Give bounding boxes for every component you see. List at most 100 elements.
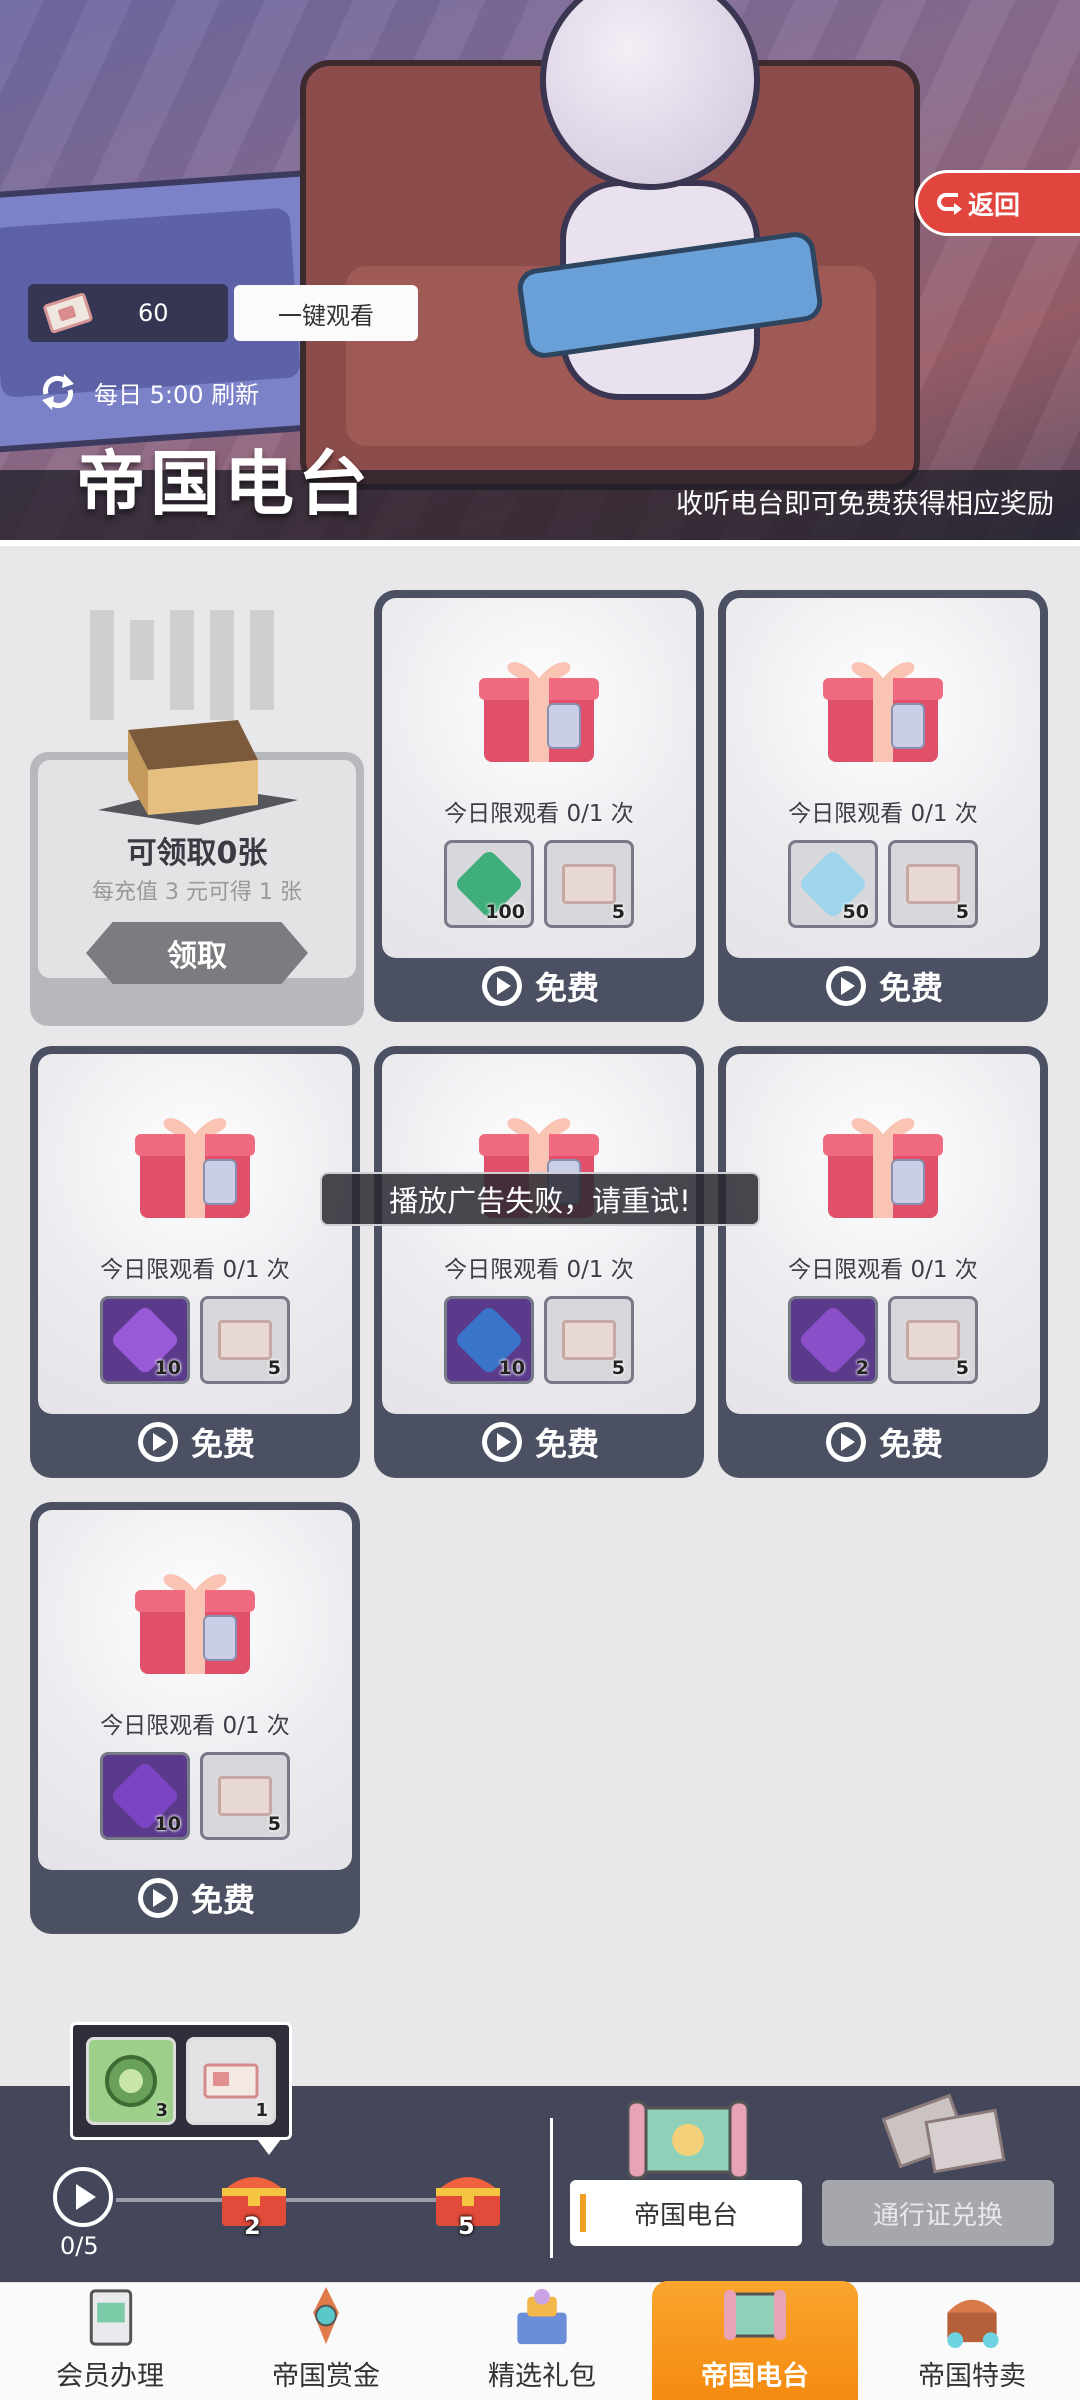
gift-card: 今日限观看 0/1 次 10 5 免费 <box>30 1046 360 1478</box>
nav-label: 帝国特卖 <box>918 2361 1026 2392</box>
reward-item[interactable]: 5 <box>200 1752 290 1840</box>
progress-label: 0/5 <box>60 2232 99 2260</box>
reward-list: 10 5 <box>38 1752 352 1840</box>
header-banner: 60 一键观看 每日 5:00 刷新 帝国电台 收听电台即可免费获得相应奖励 返… <box>0 0 1080 540</box>
gift-box-icon <box>135 1118 255 1218</box>
nav-membership[interactable]: 会员办理 <box>2 2283 218 2400</box>
watch-all-button[interactable]: 一键观看 <box>234 285 418 341</box>
reward-count: 100 <box>485 901 525 923</box>
refresh-text: 每日 5:00 刷新 <box>94 380 260 409</box>
free-label: 免费 <box>190 1881 255 1919</box>
nav-gift-packs[interactable]: 精选礼包 <box>434 2283 650 2400</box>
reward-item[interactable]: 5 <box>544 840 634 928</box>
reward-count: 5 <box>611 1357 625 1379</box>
bottom-navigation: 会员办理 帝国赏金 精选礼包 帝国电台 帝国特卖 <box>0 2281 1080 2400</box>
scroll-icon <box>724 2290 786 2340</box>
watch-limit-text: 今日限观看 0/1 次 <box>788 801 978 827</box>
reward-list: 100 5 <box>382 840 696 928</box>
ticket-icon <box>203 2063 259 2099</box>
reward-count: 5 <box>611 901 625 923</box>
toast-message: 播放广告失败，请重试! <box>320 1172 760 1226</box>
reward-item[interactable]: 10 <box>100 1752 190 1840</box>
chest-milestone-label: 5 <box>458 2212 475 2240</box>
reward-item[interactable]: 10 <box>444 1296 534 1384</box>
reward-item[interactable]: 5 <box>888 1296 978 1384</box>
ticket-count: 60 <box>138 299 169 327</box>
subtab-station[interactable]: 帝国电台 <box>570 2180 802 2246</box>
reward-count: 50 <box>842 901 869 923</box>
refresh-info: 每日 5:00 刷新 <box>38 372 259 412</box>
gift-box-icon <box>135 1574 255 1674</box>
gift-box-icon <box>479 662 599 762</box>
reward-item[interactable]: 2 <box>788 1296 878 1384</box>
back-button[interactable]: 返回 <box>915 170 1080 236</box>
reward-item[interactable]: 5 <box>200 1296 290 1384</box>
free-watch-button[interactable]: 免费 <box>718 1414 1048 1470</box>
clipboard-card-icon <box>89 2289 133 2346</box>
watch-limit-text: 今日限观看 0/1 次 <box>100 1257 290 1283</box>
green-medal-icon <box>105 2055 157 2107</box>
scroll-icon <box>628 2100 748 2180</box>
free-watch-button[interactable]: 免费 <box>374 958 704 1014</box>
reward-count: 10 <box>154 1357 181 1379</box>
panel-separator <box>550 2118 553 2258</box>
gift-card: 今日限观看 0/1 次 50 5 免费 <box>718 590 1048 1022</box>
reward-item[interactable]: 10 <box>100 1296 190 1384</box>
compass-badge-icon <box>313 2286 339 2345</box>
free-label: 免费 <box>190 1425 255 1463</box>
chest-milestone-label: 2 <box>244 2212 261 2240</box>
nav-radio-station[interactable]: 帝国电台 <box>652 2281 858 2400</box>
free-watch-button[interactable]: 免费 <box>718 958 1048 1014</box>
gift-box-icon <box>823 1118 943 1218</box>
ticket-icon <box>906 1320 960 1360</box>
gift-card: 今日限观看 0/1 次 100 5 免费 <box>374 590 704 1022</box>
gift-card: 今日限观看 0/1 次 10 5 免费 <box>30 1502 360 1934</box>
tooltip-count: 3 <box>155 2100 168 2121</box>
page-title: 帝国电台 <box>76 443 372 525</box>
reward-list: 10 5 <box>38 1296 352 1384</box>
free-watch-button[interactable]: 免费 <box>30 1870 360 1926</box>
reward-tooltip: 3 1 <box>70 2022 292 2155</box>
free-label: 免费 <box>878 1425 943 1463</box>
claim-description: 每充值 3 元可得 1 张 <box>92 880 302 905</box>
play-icon <box>481 1422 522 1462</box>
ticket-icon <box>42 291 94 335</box>
reward-item[interactable]: 100 <box>444 840 534 928</box>
ticket-currency: 60 <box>28 284 228 342</box>
reward-list: 2 5 <box>726 1296 1040 1384</box>
reward-item[interactable]: 50 <box>788 840 878 928</box>
claim-title: 可领取0张 <box>126 836 268 871</box>
free-label: 免费 <box>534 1425 599 1463</box>
claim-card: 可领取0张 每充值 3 元可得 1 张 领取 <box>30 720 364 1026</box>
reward-count: 5 <box>955 901 969 923</box>
wooden-box-icon <box>98 720 298 825</box>
progress-play-icon <box>53 2167 113 2227</box>
ticket-icon <box>218 1320 272 1360</box>
play-icon <box>481 966 522 1006</box>
play-icon <box>137 1422 178 1462</box>
refresh-icon <box>38 372 78 412</box>
watch-limit-text: 今日限观看 0/1 次 <box>444 1257 634 1283</box>
page-subtitle: 收听电台即可免费获得相应奖励 <box>676 489 1054 520</box>
free-watch-button[interactable]: 免费 <box>30 1414 360 1470</box>
reward-item[interactable]: 5 <box>544 1296 634 1384</box>
nav-bounty[interactable]: 帝国赏金 <box>218 2283 434 2400</box>
reward-count: 10 <box>498 1357 525 1379</box>
play-icon <box>825 966 866 1006</box>
back-label: 返回 <box>968 190 1021 221</box>
subtab-pass-exchange[interactable]: 通行证兑换 <box>822 2180 1054 2246</box>
divider <box>0 540 1080 546</box>
play-icon <box>137 1878 178 1918</box>
claim-button[interactable]: 领取 <box>86 922 308 984</box>
reward-item[interactable]: 5 <box>888 840 978 928</box>
nav-special-sale[interactable]: 帝国特卖 <box>864 2283 1080 2400</box>
free-watch-button[interactable]: 免费 <box>374 1414 704 1470</box>
free-label: 免费 <box>878 969 943 1007</box>
reward-count: 5 <box>267 1813 281 1835</box>
tickets-icon <box>881 2093 1006 2174</box>
gift-card-inner: 今日限观看 0/1 次 10 5 <box>38 1054 352 1414</box>
ticket-icon <box>562 864 616 904</box>
watch-limit-text: 今日限观看 0/1 次 <box>788 1257 978 1283</box>
reward-count: 2 <box>855 1357 869 1379</box>
return-arrow-icon <box>937 193 962 215</box>
